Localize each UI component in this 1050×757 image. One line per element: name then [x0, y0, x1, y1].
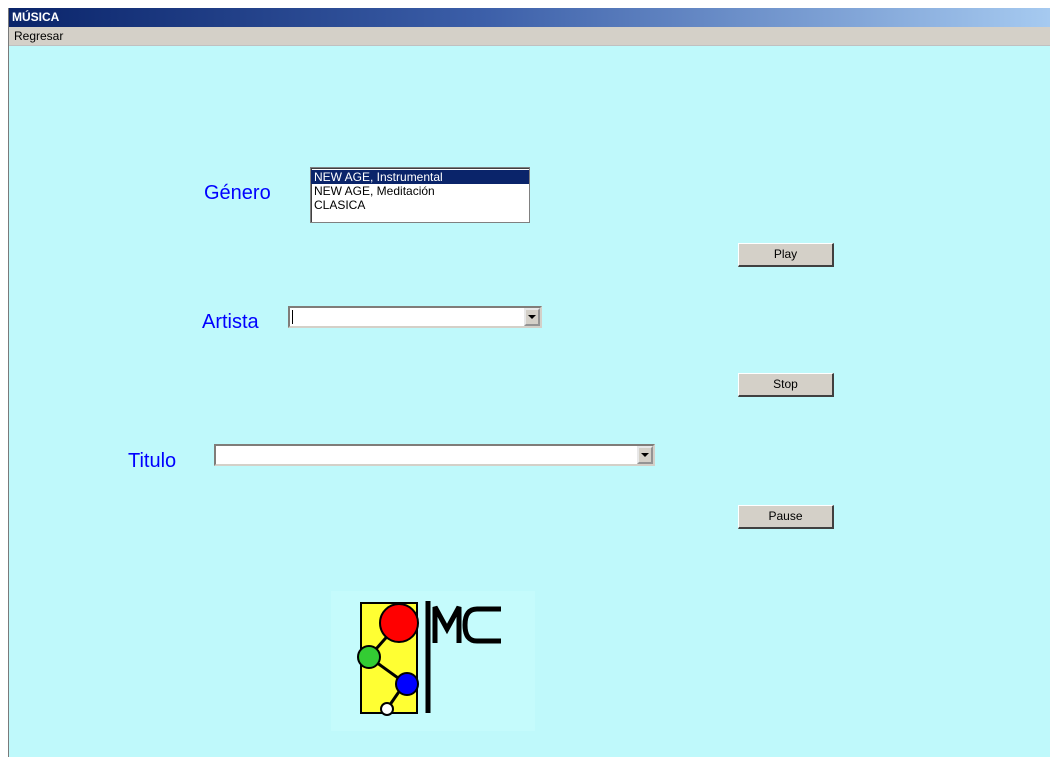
stop-button[interactable]: Stop	[738, 373, 834, 397]
title-bar: MÚSICA	[9, 8, 1050, 27]
play-button[interactable]: Play	[738, 243, 834, 267]
artista-dropdown-button[interactable]	[524, 308, 540, 326]
mc-logo-icon	[357, 601, 501, 716]
pause-button[interactable]: Pause	[738, 505, 834, 529]
titulo-dropdown-button[interactable]	[637, 446, 653, 464]
genero-label: Género	[204, 182, 271, 204]
artista-label: Artista	[202, 311, 259, 333]
titulo-label: Titulo	[128, 450, 177, 472]
titulo-combobox[interactable]	[214, 444, 655, 466]
menu-bar: Regresar	[9, 27, 1050, 46]
genero-option[interactable]: CLASICA	[311, 198, 529, 212]
chevron-down-icon	[641, 453, 649, 457]
genero-listbox[interactable]: NEW AGE, Instrumental NEW AGE, Meditació…	[310, 167, 530, 223]
genero-option[interactable]: NEW AGE, Instrumental	[311, 170, 529, 184]
text-caret	[292, 310, 293, 324]
chevron-down-icon	[528, 315, 536, 319]
mc-logo	[331, 591, 535, 731]
window-title: MÚSICA	[12, 10, 60, 24]
music-window: MÚSICA Regresar Género NEW AGE, Instrume…	[8, 8, 1050, 757]
genero-option[interactable]: NEW AGE, Meditación	[311, 184, 529, 198]
menu-item-regresar[interactable]: Regresar	[9, 27, 68, 46]
artista-combobox[interactable]	[288, 306, 542, 328]
